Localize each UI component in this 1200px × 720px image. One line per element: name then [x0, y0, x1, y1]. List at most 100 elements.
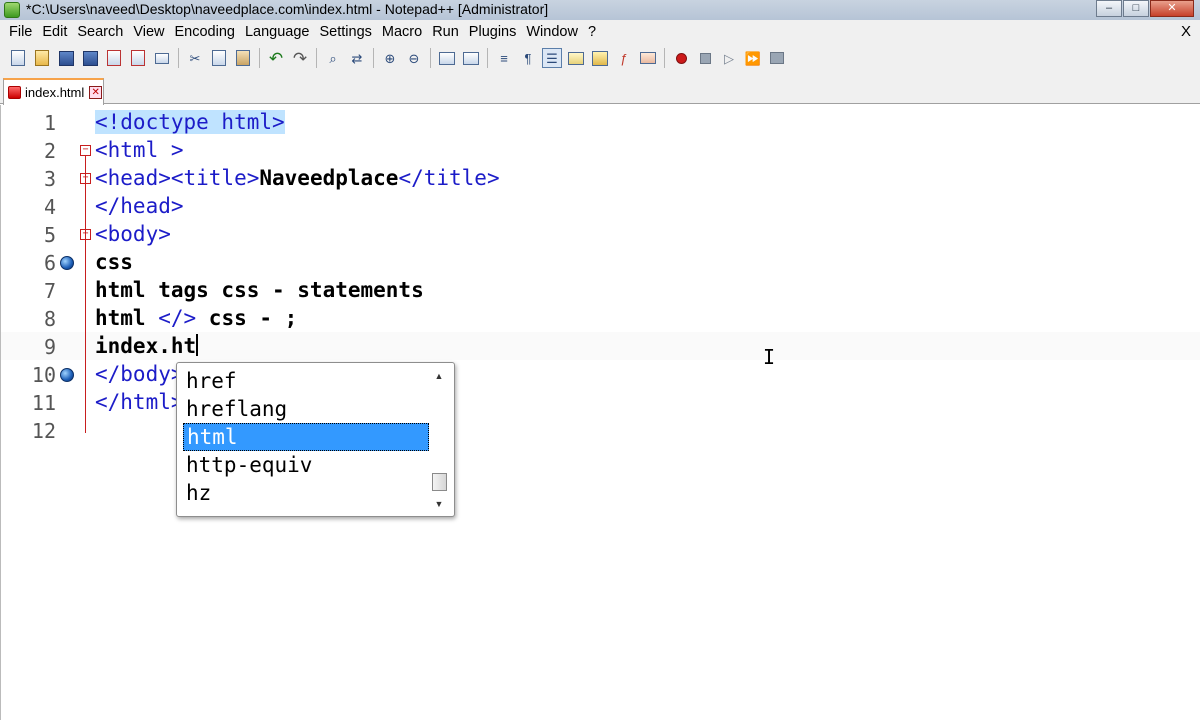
scrollbar-thumb[interactable]: [432, 473, 447, 491]
code-text: </head>: [95, 194, 184, 218]
cut-icon[interactable]: ✂: [185, 48, 205, 68]
bookmark-icon[interactable]: [60, 368, 74, 382]
zoom-out-icon[interactable]: ⊖: [404, 48, 424, 68]
line-number: 4: [43, 195, 56, 219]
maximize-button[interactable]: □: [1123, 0, 1149, 17]
code-token: </>: [158, 306, 197, 330]
autocomplete-item[interactable]: hz: [183, 479, 429, 507]
stop-record-icon[interactable]: [695, 48, 715, 68]
code-text: index.ht: [95, 334, 199, 358]
function-list-icon[interactable]: ƒ: [614, 48, 634, 68]
unsaved-file-icon: [8, 86, 21, 99]
zoom-in-icon[interactable]: ⊕: [380, 48, 400, 68]
line-number: 1: [43, 111, 56, 135]
sync-vertical-icon[interactable]: [437, 48, 457, 68]
scroll-down-icon[interactable]: ▼: [431, 497, 447, 511]
notepadpp-app-icon[interactable]: [4, 2, 20, 18]
tab-index-html[interactable]: index.html ✕: [3, 78, 104, 105]
show-all-chars-icon[interactable]: ¶: [518, 48, 538, 68]
toolbar-separator: [178, 48, 179, 68]
menu-view[interactable]: View: [133, 24, 164, 40]
window-controls: – □ ✕: [1095, 0, 1194, 17]
code-line[interactable]: 4 </head>: [1, 192, 1200, 220]
code-line[interactable]: 5−<body>: [1, 220, 1200, 248]
window-title: *C:\Users\naveed\Desktop\naveedplace.com…: [26, 1, 549, 17]
toolbar-separator: [487, 48, 488, 68]
close-icon[interactable]: [104, 48, 124, 68]
document-tab-strip: index.html ✕: [0, 72, 1200, 105]
menu-run[interactable]: Run: [432, 24, 459, 40]
code-text: html </> css - ;: [95, 306, 297, 330]
code-line[interactable]: 2− <html >: [1, 136, 1200, 164]
autocomplete-item[interactable]: http-equiv: [183, 451, 429, 479]
code-text: </body>: [95, 362, 184, 386]
folder-workspace-icon[interactable]: [638, 48, 658, 68]
toolbar-separator: [259, 48, 260, 68]
menu-encoding[interactable]: Encoding: [175, 24, 235, 40]
run-macro-multiple-icon[interactable]: ⏩: [743, 48, 763, 68]
code-token: <html >: [95, 138, 184, 162]
menu-macro[interactable]: Macro: [382, 24, 422, 40]
toolbar-separator: [664, 48, 665, 68]
save-all-icon[interactable]: [80, 48, 100, 68]
indent-guide-icon[interactable]: ☰: [542, 48, 562, 68]
record-macro-icon[interactable]: [671, 48, 691, 68]
menu-settings[interactable]: Settings: [319, 24, 371, 40]
scroll-up-icon[interactable]: ▲: [431, 369, 447, 383]
save-macro-icon[interactable]: [767, 48, 787, 68]
code-text: <head><title>Naveedplace</title>: [95, 166, 500, 190]
code-line[interactable]: 8 html </> css - ;: [1, 304, 1200, 332]
print-icon[interactable]: [152, 48, 172, 68]
sync-horizontal-icon[interactable]: [461, 48, 481, 68]
paste-icon[interactable]: [233, 48, 253, 68]
minimize-button[interactable]: –: [1096, 0, 1122, 17]
menu-language[interactable]: Language: [245, 24, 310, 40]
toolbar: ✂ ↶ ↷ ⌕ ⇄ ⊕ ⊖ ≡ ¶ ☰ ƒ ▷ ⏩: [0, 44, 1200, 72]
menu-window[interactable]: Window: [526, 24, 578, 40]
new-file-icon[interactable]: [8, 48, 28, 68]
word-wrap-icon[interactable]: ≡: [494, 48, 514, 68]
text-caret: [196, 334, 199, 356]
code-line[interactable]: 3−<head><title>Naveedplace</title>: [1, 164, 1200, 192]
save-icon[interactable]: [56, 48, 76, 68]
autocomplete-item[interactable]: hreflang: [183, 395, 429, 423]
user-lang-icon[interactable]: [566, 48, 586, 68]
redo-icon[interactable]: ↷: [290, 48, 310, 68]
find-icon[interactable]: ⌕: [323, 48, 343, 68]
doc-map-icon[interactable]: [590, 48, 610, 68]
code-line[interactable]: 9 index.ht: [1, 332, 1200, 360]
code-line[interactable]: 1 <!doctype html>: [1, 108, 1200, 136]
autocomplete-item[interactable]: href: [183, 367, 429, 395]
menu-help[interactable]: ?: [588, 24, 596, 40]
playback-macro-icon[interactable]: ▷: [719, 48, 739, 68]
bookmark-icon[interactable]: [60, 256, 74, 270]
menu-edit[interactable]: Edit: [42, 24, 67, 40]
line-number: 11: [31, 391, 56, 415]
code-token: </title>: [398, 166, 500, 190]
code-token: css - ;: [196, 306, 298, 330]
code-line[interactable]: 6 css: [1, 248, 1200, 276]
close-window-button[interactable]: ✕: [1150, 0, 1194, 17]
code-text: </html>: [95, 390, 184, 414]
menu-search[interactable]: Search: [77, 24, 123, 40]
line-number: 2: [43, 139, 56, 163]
copy-icon[interactable]: [209, 48, 229, 68]
autocomplete-scrollbar[interactable]: ▲ ▼: [431, 369, 447, 511]
code-line[interactable]: 7 html tags css - statements: [1, 276, 1200, 304]
toolbar-separator: [373, 48, 374, 68]
code-text: css: [95, 250, 133, 274]
close-all-icon[interactable]: [128, 48, 148, 68]
tab-close-icon[interactable]: ✕: [89, 86, 103, 99]
line-number: 6: [43, 251, 56, 275]
undo-icon[interactable]: ↶: [266, 48, 286, 68]
code-text: <body>: [95, 222, 171, 246]
close-document-button[interactable]: X: [1181, 23, 1191, 40]
code-text: <!doctype html>: [95, 110, 285, 134]
menu-bar: File Edit Search View Encoding Language …: [0, 20, 1200, 44]
open-file-icon[interactable]: [32, 48, 52, 68]
line-number: 5: [43, 223, 56, 247]
menu-file[interactable]: File: [9, 24, 32, 40]
menu-plugins[interactable]: Plugins: [469, 24, 517, 40]
replace-icon[interactable]: ⇄: [347, 48, 367, 68]
autocomplete-item[interactable]: html: [183, 423, 429, 451]
